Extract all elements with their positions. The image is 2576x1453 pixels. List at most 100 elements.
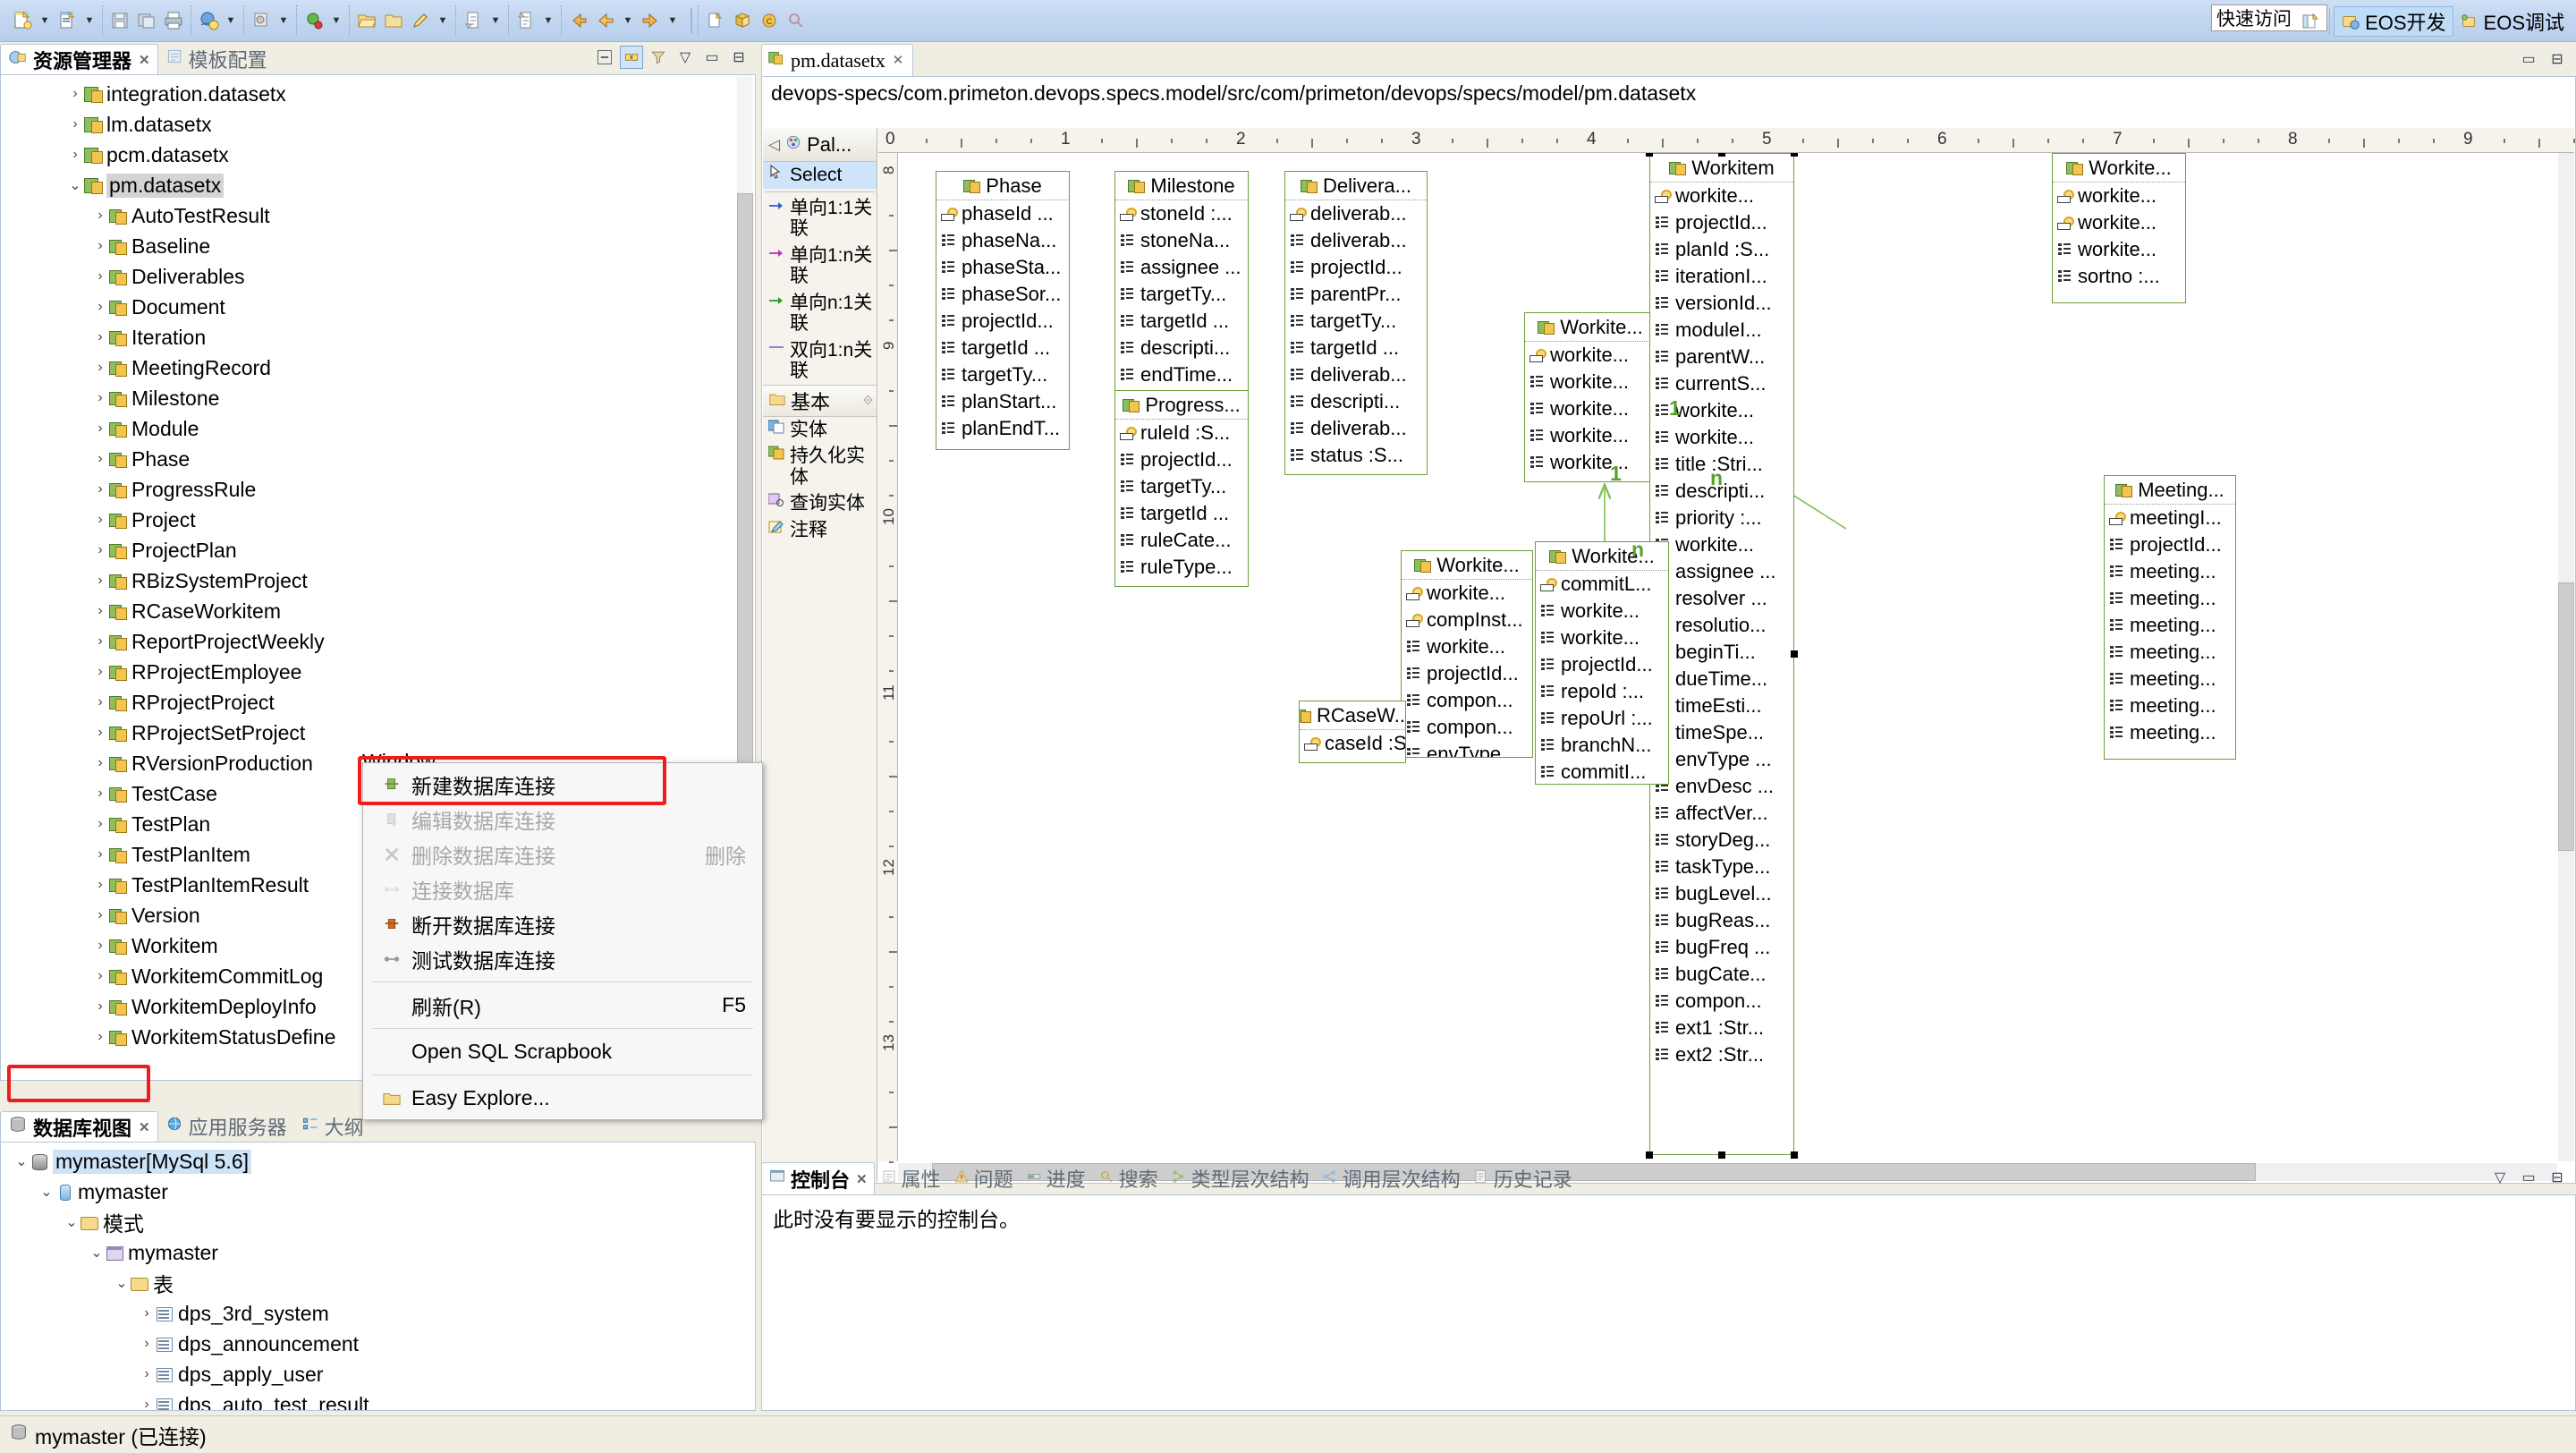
entity-attribute[interactable]: meeting... <box>2105 719 2235 746</box>
entity-attribute[interactable]: bugLevel... <box>1650 880 1793 907</box>
entity-box[interactable]: Workite...workite...workite...workite...… <box>2052 153 2186 303</box>
close-icon[interactable]: ✕ <box>139 1119 150 1135</box>
entity-attribute[interactable]: versionId... <box>1650 290 1793 317</box>
entity-attribute[interactable]: repoId :... <box>1536 678 1668 705</box>
chevron-down-icon[interactable]: ⌄ <box>89 1244 105 1262</box>
chevron-right-icon[interactable]: › <box>92 755 108 771</box>
minimize-icon[interactable]: ▭ <box>2517 47 2540 71</box>
console-tab-4[interactable]: 搜索 <box>1092 1162 1165 1194</box>
db-tree-item[interactable]: ⌄模式 <box>1 1207 751 1237</box>
menu-item-0[interactable]: 新建数据库连接 <box>363 767 762 802</box>
selection-handle[interactable] <box>1791 1151 1798 1159</box>
entity-attribute[interactable]: projectId... <box>1650 209 1793 236</box>
db-tree-item[interactable]: ⌄mymaster[MySql 5.6] <box>1 1146 751 1177</box>
forward-icon[interactable] <box>637 7 664 34</box>
entity-attribute[interactable]: phaseSor... <box>936 281 1069 308</box>
chevron-right-icon[interactable]: › <box>139 1305 155 1321</box>
menu-item-9[interactable]: Open SQL Scrapbook <box>363 1034 762 1069</box>
entity-attribute[interactable]: repoUrl :... <box>1536 705 1668 732</box>
minimize-icon[interactable]: ▭ <box>700 46 724 69</box>
chevron-down-icon[interactable]: ⌄ <box>67 176 83 194</box>
console-tab-3[interactable]: 进度 <box>1020 1162 1092 1194</box>
entity-attribute[interactable]: targetTy... <box>1115 281 1248 308</box>
entity-attribute[interactable]: projectId... <box>1115 446 1248 473</box>
entity-box[interactable]: Workite...workite...workite...workite...… <box>1524 312 1657 482</box>
close-icon[interactable]: ✕ <box>139 52 150 68</box>
chevron-right-icon[interactable]: › <box>92 238 108 254</box>
explorer-tree-item[interactable]: ›RProjectProject <box>1 687 735 718</box>
minimize-icon[interactable]: ▭ <box>2517 1166 2540 1189</box>
entity-box[interactable]: Workitemworkite...projectId...planId :S.… <box>1649 153 1794 1155</box>
print-icon[interactable] <box>160 7 187 34</box>
chevron-right-icon[interactable]: › <box>92 664 108 680</box>
explorer-tree-item[interactable]: ⌄pm.datasetx <box>1 170 735 200</box>
entity-attribute[interactable]: workite... <box>2053 236 2185 263</box>
chevron-right-icon[interactable]: › <box>92 390 108 406</box>
entity-attribute[interactable]: affectVer... <box>1650 800 1793 827</box>
db-tree-item[interactable]: ›dps_apply_user <box>1 1359 751 1389</box>
explorer-tree-item[interactable]: ›Project <box>1 505 735 535</box>
explorer-tree-item[interactable]: ›ProgressRule <box>1 474 735 505</box>
explorer-tree-item[interactable]: ›RBizSystemProject <box>1 565 735 596</box>
entity-attribute[interactable]: deliverab... <box>1285 415 1427 442</box>
entity-attribute[interactable]: workite... <box>1525 369 1656 395</box>
back-history-icon[interactable] <box>592 7 619 34</box>
build-icon[interactable] <box>248 7 275 34</box>
palette-basic-3[interactable]: 注释 <box>763 517 877 544</box>
chevron-right-icon[interactable]: › <box>92 329 108 345</box>
explorer-tree-item[interactable]: ›pcm.datasetx <box>1 140 735 170</box>
chevron-right-icon[interactable]: › <box>92 938 108 954</box>
db-tree-item[interactable]: ›dps_3rd_system <box>1 1298 751 1329</box>
entity-attribute[interactable]: planId :S... <box>1650 236 1793 263</box>
chevron-right-icon[interactable]: › <box>67 116 83 132</box>
db-tree-item[interactable]: ⌄mymaster <box>1 1237 751 1268</box>
selection-handle[interactable] <box>1718 153 1725 157</box>
chevron-down-icon[interactable]: ▼ <box>487 7 504 34</box>
chevron-right-icon[interactable]: › <box>92 877 108 893</box>
chevron-down-icon[interactable]: ⌄ <box>114 1274 130 1292</box>
entity-attribute[interactable]: timeEsti... <box>1650 693 1793 719</box>
entity-attribute[interactable]: descripti... <box>1285 388 1427 415</box>
menu-item-7[interactable]: 刷新(R)F5 <box>363 988 762 1023</box>
link-with-editor-icon[interactable] <box>620 46 643 69</box>
palette-tool-0[interactable]: 单向1:1关联 <box>763 195 877 242</box>
chevron-right-icon[interactable]: › <box>92 603 108 619</box>
entity-attribute[interactable]: workite... <box>1650 424 1793 451</box>
entity-attribute[interactable]: phaseId ... <box>936 200 1069 227</box>
entity-attribute[interactable]: caseId :S... <box>1300 730 1405 757</box>
explorer-tree-item[interactable]: ›Phase <box>1 444 735 474</box>
entity-attribute[interactable]: priority :... <box>1650 505 1793 531</box>
entity-attribute[interactable]: projectId... <box>1536 651 1668 678</box>
entity-box[interactable]: Delivera...deliverab...deliverab...proje… <box>1284 171 1428 475</box>
entity-attribute[interactable]: parentW... <box>1650 344 1793 370</box>
db-tree-item[interactable]: ›dps_announcement <box>1 1329 751 1359</box>
explorer-tree-item[interactable]: ›RCaseWorkitem <box>1 596 735 626</box>
entity-attribute[interactable]: planEndT... <box>936 415 1069 442</box>
entity-attribute[interactable]: workite... <box>1525 342 1656 369</box>
chevron-down-icon[interactable]: ▼ <box>619 7 637 34</box>
entity-attribute[interactable]: targetId ... <box>1285 335 1427 361</box>
entity-attribute[interactable]: stoneNa... <box>1115 227 1248 254</box>
chevron-right-icon[interactable]: › <box>139 1397 155 1411</box>
prev-annotation-icon[interactable] <box>513 7 539 34</box>
chevron-right-icon[interactable]: › <box>92 907 108 923</box>
explorer-tree-item[interactable]: ›Iteration <box>1 322 735 353</box>
entity-attribute[interactable]: deliverab... <box>1285 200 1427 227</box>
explorer-tree-item[interactable]: ›RProjectEmployee <box>1 657 735 687</box>
entity-attribute[interactable]: bugCate... <box>1650 961 1793 988</box>
entity-attribute[interactable]: resolver ... <box>1650 585 1793 612</box>
entity-attribute[interactable]: meeting... <box>2105 585 2235 612</box>
entity-attribute[interactable]: moduleI... <box>1650 317 1793 344</box>
entity-attribute[interactable]: compInst... <box>1402 607 1532 633</box>
menu-item-11[interactable]: Easy Explore... <box>363 1081 762 1116</box>
menu-item-5[interactable]: 测试数据库连接 <box>363 941 762 976</box>
next-annotation-icon[interactable] <box>460 7 487 34</box>
explorer-tree-item[interactable]: ›integration.datasetx <box>1 79 735 109</box>
entity-attribute[interactable]: workite... <box>1402 633 1532 660</box>
chevron-right-icon[interactable]: › <box>92 694 108 710</box>
filter-icon[interactable] <box>647 46 670 69</box>
chevron-down-icon[interactable]: ▼ <box>539 7 557 34</box>
explorer-tree-item[interactable]: ›Deliverables <box>1 261 735 292</box>
entity-attribute[interactable]: phaseSta... <box>936 254 1069 281</box>
diagram-canvas[interactable]: PhasephaseId ...phaseNa...phaseSta...pha… <box>898 153 2557 1161</box>
